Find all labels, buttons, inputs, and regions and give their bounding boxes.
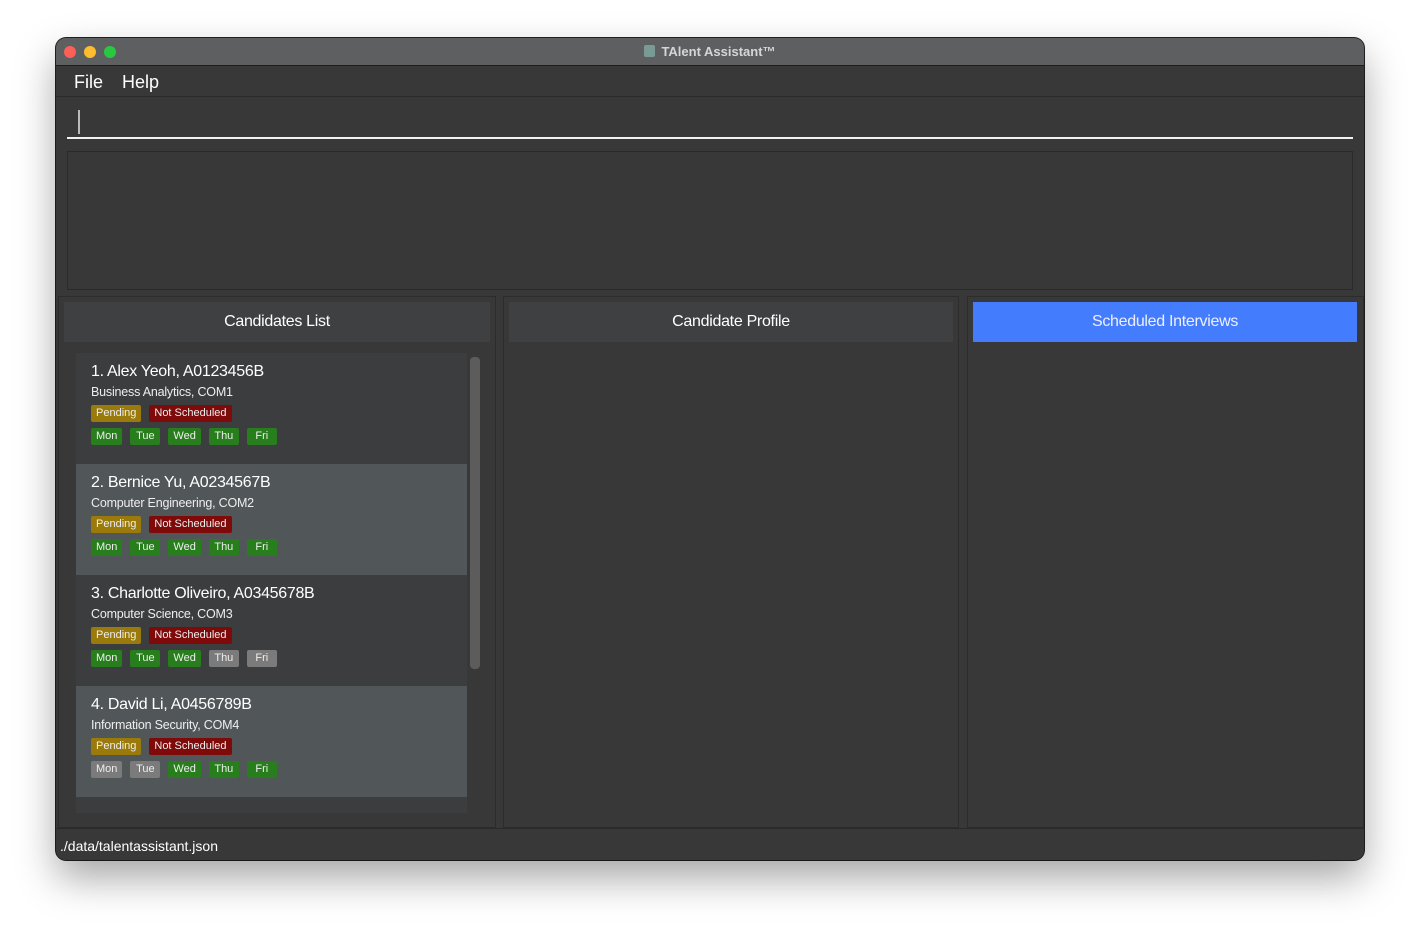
availability-fri: Fri xyxy=(246,539,277,556)
candidate-card-partial[interactable] xyxy=(76,797,467,813)
candidate-card[interactable]: 2. Bernice Yu, A0234567B Computer Engine… xyxy=(76,464,467,575)
availability-fri: Fri xyxy=(246,761,277,778)
text-caret xyxy=(78,110,80,134)
candidate-name: 3. Charlotte Oliveiro, A0345678B xyxy=(91,585,315,602)
candidate-course: Information Security, COM4 xyxy=(91,718,240,732)
interview-badge: Not Scheduled xyxy=(149,405,232,422)
availability-fri: Fri xyxy=(246,650,277,667)
candidates-list[interactable]: 1. Alex Yeoh, A0123456B Business Analyti… xyxy=(76,353,467,813)
candidate-card[interactable]: 1. Alex Yeoh, A0123456B Business Analyti… xyxy=(76,353,467,464)
availability-mon: Mon xyxy=(91,650,123,667)
interview-badge: Not Scheduled xyxy=(149,627,232,644)
availability-mon: Mon xyxy=(91,539,123,556)
calendar-icon xyxy=(644,45,656,57)
availability-wed: Wed xyxy=(168,650,201,667)
availability-wed: Wed xyxy=(168,539,201,556)
availability-fri: Fri xyxy=(246,428,277,445)
profile-panel: Candidate Profile xyxy=(503,296,959,828)
interviews-panel: Scheduled Interviews xyxy=(967,296,1364,828)
availability-thu: Thu xyxy=(208,650,239,667)
status-bar-path: ./data/talentassistant.json xyxy=(56,828,1364,860)
candidate-name: 2. Bernice Yu, A0234567B xyxy=(91,474,271,491)
availability-mon: Mon xyxy=(91,428,123,445)
command-input[interactable] xyxy=(67,100,1353,139)
menu-help[interactable]: Help xyxy=(122,72,159,93)
candidate-course: Computer Engineering, COM2 xyxy=(91,496,254,510)
interview-badge: Not Scheduled xyxy=(149,516,232,533)
status-badge: Pending xyxy=(91,516,142,533)
status-badge: Pending xyxy=(91,405,142,422)
candidate-course: Business Analytics, COM1 xyxy=(91,385,233,399)
availability-thu: Thu xyxy=(208,539,239,556)
availability-mon: Mon xyxy=(91,761,123,778)
candidates-panel: Candidates List 1. Alex Yeoh, A0123456B … xyxy=(58,296,496,828)
candidate-course: Computer Science, COM3 xyxy=(91,607,233,621)
title-bar: TAlent Assistant™ xyxy=(56,38,1364,66)
candidate-card[interactable]: 3. Charlotte Oliveiro, A0345678B Compute… xyxy=(76,575,467,686)
window-title: TAlent Assistant™ xyxy=(56,44,1364,59)
scheduled-interviews-header[interactable]: Scheduled Interviews xyxy=(973,302,1357,342)
app-window: TAlent Assistant™ File Help Candidates L… xyxy=(56,38,1364,860)
result-display xyxy=(67,151,1353,290)
candidate-name: 1. Alex Yeoh, A0123456B xyxy=(91,363,264,380)
availability-tue: Tue xyxy=(130,650,161,667)
availability-tue: Tue xyxy=(130,539,161,556)
availability-tue: Tue xyxy=(130,428,161,445)
availability-thu: Thu xyxy=(208,428,239,445)
status-badge: Pending xyxy=(91,627,142,644)
window-title-text: TAlent Assistant™ xyxy=(661,44,776,59)
availability-wed: Wed xyxy=(168,761,201,778)
interview-badge: Not Scheduled xyxy=(149,738,232,755)
candidates-list-header: Candidates List xyxy=(64,302,490,342)
candidate-name: 4. David Li, A0456789B xyxy=(91,696,252,713)
menu-file[interactable]: File xyxy=(74,72,103,93)
status-badge: Pending xyxy=(91,738,142,755)
list-scrollbar[interactable] xyxy=(470,357,480,669)
availability-wed: Wed xyxy=(168,428,201,445)
candidate-card[interactable]: 4. David Li, A0456789B Information Secur… xyxy=(76,686,467,797)
availability-thu: Thu xyxy=(208,761,239,778)
menu-bar: File Help xyxy=(56,66,1364,97)
availability-tue: Tue xyxy=(130,761,161,778)
candidate-profile-header: Candidate Profile xyxy=(509,302,953,342)
